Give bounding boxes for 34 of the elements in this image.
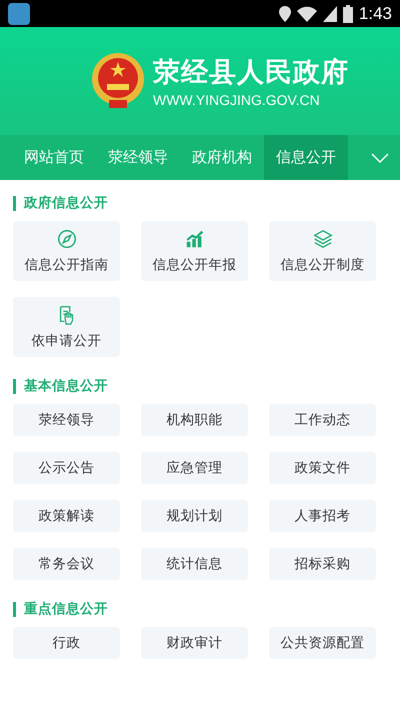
menu-tile[interactable]: 常务会议 (13, 548, 120, 580)
menu-tile[interactable]: 工作动态 (269, 404, 376, 436)
menu-tile[interactable]: 政策解读 (13, 500, 120, 532)
section-title: 重点信息公开 (24, 600, 108, 618)
menu-tile[interactable]: 规划计划 (141, 500, 248, 532)
menu-tile[interactable]: 行政 (13, 627, 120, 659)
menu-tile[interactable]: 招标采购 (269, 548, 376, 580)
compass-icon (56, 228, 78, 250)
menu-tile[interactable]: 统计信息 (141, 548, 248, 580)
menu-tile[interactable]: 财政审计 (141, 627, 248, 659)
menu-tile[interactable]: 依申请公开 (13, 297, 120, 357)
battery-icon (342, 4, 353, 22)
menu-tile[interactable]: 人事招考 (269, 500, 376, 532)
menu-tile[interactable]: 公共资源配置 (269, 627, 376, 659)
signal-icon (322, 6, 337, 22)
location-icon (278, 6, 291, 22)
clock-time: 1:43 (358, 4, 392, 24)
site-title: 荥经县人民政府 (153, 56, 349, 90)
menu-tile[interactable]: 机构职能 (141, 404, 248, 436)
emblem-icon (91, 52, 145, 110)
menu-tile[interactable]: 信息公开年报 (141, 221, 248, 281)
section-title: 基本信息公开 (24, 377, 108, 395)
menu-tile[interactable]: 荥经领导 (13, 404, 120, 436)
menu-tile[interactable]: 信息公开指南 (13, 221, 120, 281)
menu-tile[interactable]: 政策文件 (269, 452, 376, 484)
app-icon (8, 2, 30, 24)
chevron-down-icon[interactable] (371, 152, 389, 162)
section-title: 政府信息公开 (24, 194, 108, 212)
wifi-icon (296, 6, 317, 22)
menu-tile[interactable]: 信息公开制度 (269, 221, 376, 281)
layers-icon (312, 228, 334, 250)
menu-tile[interactable]: 应急管理 (141, 452, 248, 484)
menu-tile[interactable]: 公示公告 (13, 452, 120, 484)
site-url: WWW.YINGJING.GOV.CN (153, 92, 321, 108)
